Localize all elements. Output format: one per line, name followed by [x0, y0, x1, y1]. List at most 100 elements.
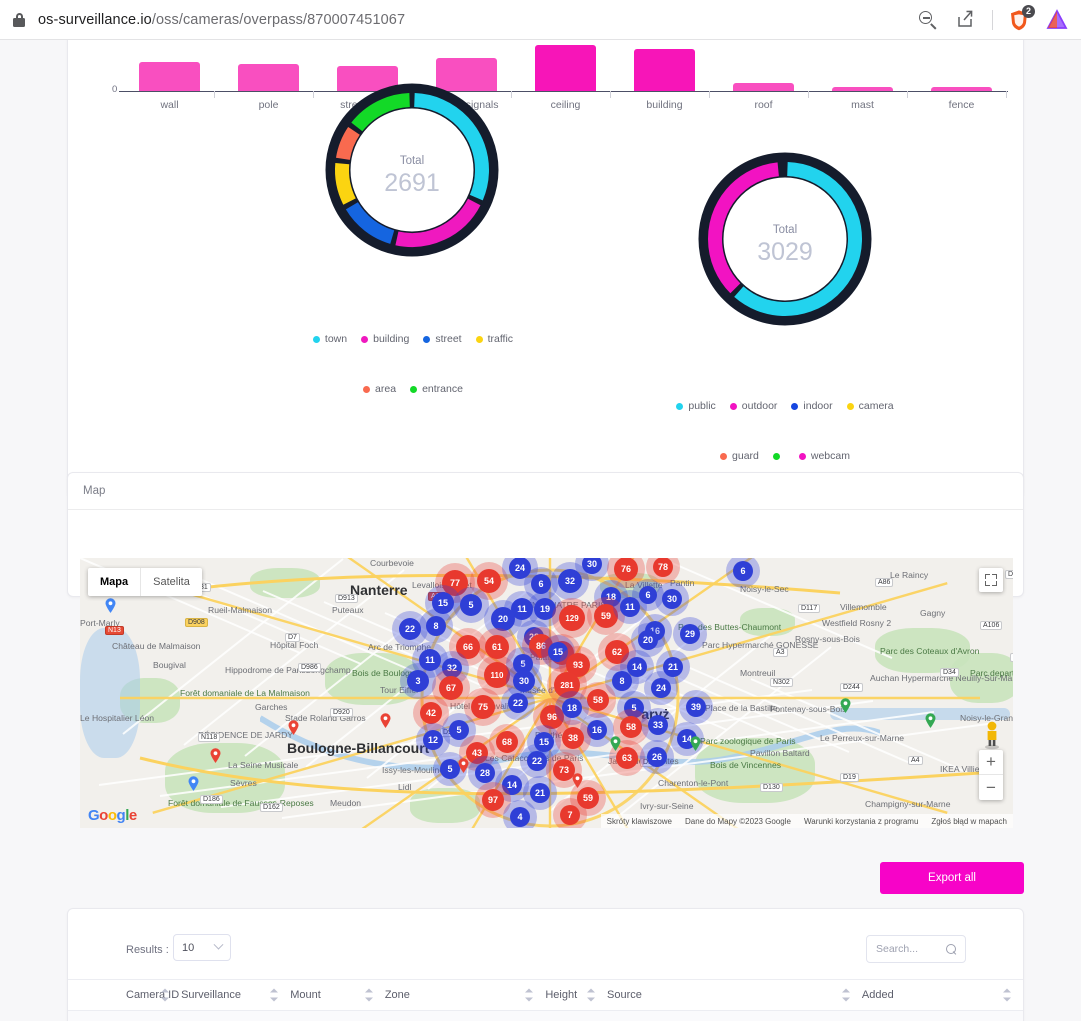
map-cluster-marker[interactable]: 62: [605, 640, 629, 664]
sort-arrows-icon[interactable]: [364, 988, 373, 1002]
map-canvas[interactable]: Paryż Nanterre Boulogne-Billancourt Courbev…: [80, 558, 1013, 828]
map-poi-pin[interactable]: [105, 598, 116, 613]
legend-item-area[interactable]: area: [363, 383, 396, 395]
bar-roof[interactable]: [719, 82, 808, 91]
bar-wall[interactable]: [125, 61, 214, 91]
map-cluster-marker[interactable]: 58: [587, 689, 609, 711]
map-cluster-marker[interactable]: 6: [733, 561, 753, 581]
map-attribution-item[interactable]: Dane do Mapy ©2023 Google: [685, 817, 791, 826]
map-zoom-out-button[interactable]: −: [979, 775, 1003, 800]
map-cluster-marker[interactable]: 30: [513, 670, 535, 692]
legend-item-entrance[interactable]: entrance: [410, 383, 463, 395]
table-header-added[interactable]: Added: [861, 979, 1023, 1011]
map-cluster-marker[interactable]: 14: [502, 775, 522, 795]
map-poi-pin[interactable]: [572, 773, 583, 788]
search-box[interactable]: [866, 935, 966, 963]
map-cluster-marker[interactable]: 18: [562, 698, 582, 718]
map-cluster-marker[interactable]: 19: [534, 598, 556, 620]
map-cluster-marker[interactable]: 11: [419, 649, 441, 671]
legend-item-town[interactable]: town: [312, 333, 347, 345]
sort-arrows-icon[interactable]: [270, 988, 279, 1002]
legend-item-outdoor[interactable]: outdoor: [729, 400, 777, 412]
legend-item-guard[interactable]: guard: [720, 450, 759, 462]
map-cluster-marker[interactable]: 59: [594, 604, 618, 628]
map-cluster-marker[interactable]: 22: [508, 693, 528, 713]
map-cluster-marker[interactable]: 20: [491, 607, 515, 631]
map-poi-pin[interactable]: [380, 713, 391, 728]
legend-item-webcam[interactable]: webcam: [798, 450, 850, 462]
map-cluster-marker[interactable]: 5: [460, 594, 482, 616]
sort-arrows-icon[interactable]: [841, 988, 850, 1002]
map-cluster-marker[interactable]: 6: [531, 574, 551, 594]
map-cluster-marker[interactable]: 21: [530, 783, 550, 803]
map-attribution-item[interactable]: Zgłoś błąd w mapach: [931, 817, 1007, 826]
legend-item-unlabeled[interactable]: [772, 452, 785, 460]
map-cluster-marker[interactable]: 28: [475, 763, 495, 783]
bar-mast[interactable]: [818, 86, 907, 91]
export-all-button[interactable]: Export all: [880, 862, 1024, 894]
results-per-page-select[interactable]: 10: [173, 934, 231, 961]
bar-fence[interactable]: [917, 86, 1006, 91]
map-attribution-item[interactable]: Warunki korzystania z programu: [804, 817, 918, 826]
map-cluster-marker[interactable]: 67: [439, 676, 463, 700]
map-cluster-marker[interactable]: 76: [614, 558, 638, 581]
map-cluster-marker[interactable]: 11: [620, 597, 640, 617]
map-cluster-marker[interactable]: 97: [482, 789, 504, 811]
map-cluster-marker[interactable]: 5: [624, 698, 644, 718]
map-poi-pin[interactable]: [288, 720, 299, 735]
bar-building[interactable]: [620, 49, 709, 91]
map-poi-pin[interactable]: [610, 736, 621, 751]
sort-arrows-icon[interactable]: [161, 988, 170, 1002]
search-input[interactable]: [876, 943, 946, 955]
map-cluster-marker[interactable]: 4: [510, 807, 530, 827]
map-cluster-marker[interactable]: 29: [680, 624, 700, 644]
table-header-zone[interactable]: Zone: [384, 979, 546, 1011]
map-cluster-marker[interactable]: 22: [527, 751, 547, 771]
map-cluster-marker[interactable]: 24: [651, 678, 671, 698]
map-cluster-marker[interactable]: 66: [456, 635, 480, 659]
legend-item-building[interactable]: building: [361, 333, 409, 345]
table-header-height[interactable]: Height: [545, 979, 608, 1011]
brave-rewards-triangle-icon[interactable]: [1045, 8, 1069, 32]
map-poi-pin[interactable]: [925, 713, 936, 728]
map-cluster-marker[interactable]: 96: [540, 705, 564, 729]
share-icon[interactable]: [954, 8, 978, 32]
table-header-source[interactable]: Source: [607, 979, 862, 1011]
map-poi-pin[interactable]: [690, 736, 701, 751]
map-cluster-marker[interactable]: 75: [471, 695, 495, 719]
map-cluster-marker[interactable]: 33: [648, 715, 668, 735]
map-cluster-marker[interactable]: 32: [558, 569, 582, 593]
map-cluster-marker[interactable]: 6: [639, 586, 657, 604]
map-cluster-marker[interactable]: 16: [587, 720, 607, 740]
fullscreen-icon[interactable]: [979, 568, 1003, 592]
map-zoom-in-button[interactable]: +: [979, 750, 1003, 775]
map-cluster-marker[interactable]: 42: [420, 702, 442, 724]
zoom-out-icon[interactable]: [916, 8, 940, 32]
legend-item-public[interactable]: public: [676, 400, 716, 412]
map-cluster-marker[interactable]: 26: [647, 747, 667, 767]
map-poi-pin[interactable]: [840, 698, 851, 713]
map-cluster-marker[interactable]: 58: [620, 716, 642, 738]
pegman-icon[interactable]: [983, 720, 1001, 750]
map-cluster-marker[interactable]: 30: [662, 589, 682, 609]
map-cluster-marker[interactable]: 32: [442, 658, 462, 678]
map-cluster-marker[interactable]: 21: [663, 657, 683, 677]
map-cluster-marker[interactable]: 78: [653, 558, 673, 577]
map-cluster-marker[interactable]: 7: [560, 805, 580, 825]
map-cluster-marker[interactable]: 39: [686, 697, 706, 717]
table-row[interactable]: 135577843outdoorpoletraffic 2018-02-11T12…: [68, 1010, 1023, 1021]
map-cluster-marker[interactable]: 129: [559, 605, 585, 631]
legend-item-street[interactable]: street: [423, 333, 462, 345]
map-cluster-marker[interactable]: 38: [562, 727, 584, 749]
map-poi-pin[interactable]: [210, 748, 221, 763]
map-cluster-marker[interactable]: 12: [423, 730, 443, 750]
sort-arrows-icon[interactable]: [587, 988, 596, 1002]
map-poi-pin[interactable]: [188, 776, 199, 791]
legend-item-traffic[interactable]: traffic: [475, 333, 513, 345]
map-cluster-marker[interactable]: 15: [432, 592, 454, 614]
sort-arrows-icon[interactable]: [525, 988, 534, 1002]
map-viewport[interactable]: Paryż Nanterre Boulogne-Billancourt Courbev…: [80, 558, 1013, 828]
address-bar-url[interactable]: os-surveillance.io/oss/cameras/overpass/…: [38, 12, 405, 28]
sort-arrows-icon[interactable]: [1003, 988, 1011, 1002]
map-cluster-marker[interactable]: 281: [554, 672, 580, 698]
